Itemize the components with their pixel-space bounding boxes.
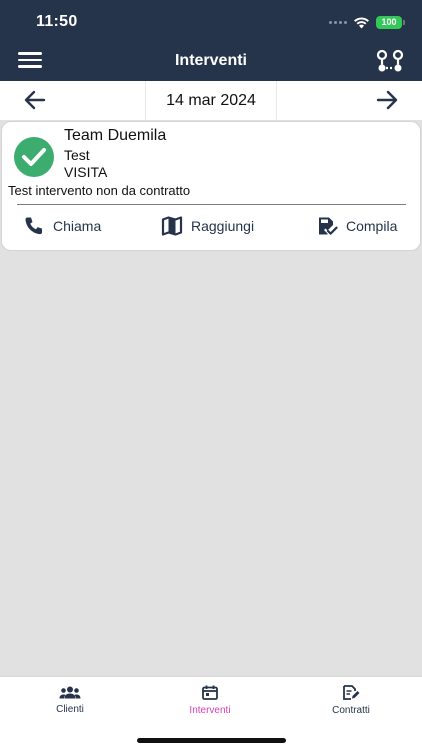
tab-clienti[interactable]: Clienti bbox=[20, 685, 120, 715]
signal-icon bbox=[329, 20, 347, 24]
fill-report-label: Compila bbox=[346, 218, 398, 234]
phone-icon bbox=[25, 217, 42, 235]
route-icon[interactable] bbox=[376, 49, 404, 73]
tab-interventi[interactable]: Interventi bbox=[160, 685, 260, 716]
battery-icon: 100 bbox=[376, 15, 405, 29]
calendar-icon bbox=[202, 685, 218, 700]
app-header: 11:50 100 Interventi bbox=[0, 0, 422, 81]
users-icon bbox=[59, 686, 81, 699]
intervention-type: VISITA bbox=[64, 164, 108, 180]
intervention-subtitle: Test bbox=[64, 147, 90, 163]
intervention-description: Test intervento non da contratto bbox=[8, 183, 191, 198]
card-divider bbox=[17, 204, 406, 205]
wifi-icon bbox=[354, 16, 369, 28]
directions-label: Raggiungi bbox=[191, 218, 255, 234]
status-icons: 100 bbox=[329, 13, 405, 31]
home-indicator bbox=[137, 738, 286, 743]
clipboard-check-icon bbox=[319, 217, 338, 235]
tab-label: Contratti bbox=[332, 705, 370, 716]
battery-level: 100 bbox=[381, 17, 397, 27]
map-icon bbox=[161, 216, 183, 236]
call-label: Chiama bbox=[53, 218, 102, 234]
directions-button[interactable]: Raggiungi bbox=[161, 216, 254, 236]
date-selector[interactable]: 14 mar 2024 bbox=[145, 81, 277, 120]
arrow-right-icon[interactable] bbox=[375, 89, 399, 111]
tab-contratti[interactable]: Contratti bbox=[301, 685, 401, 716]
call-button[interactable]: Chiama bbox=[23, 216, 101, 236]
page-title: Interventi bbox=[174, 52, 247, 69]
status-time: 11:50 bbox=[36, 13, 78, 30]
intervention-card[interactable]: Team Duemila Test VISITA Test intervento… bbox=[1, 121, 421, 251]
tab-label: Clienti bbox=[56, 704, 84, 715]
arrow-left-icon[interactable] bbox=[23, 89, 47, 111]
check-circle-icon bbox=[14, 137, 54, 177]
document-edit-icon bbox=[343, 685, 360, 700]
date-navigation: 14 mar 2024 bbox=[0, 81, 422, 120]
tab-label: Interventi bbox=[189, 705, 231, 716]
fill-report-button[interactable]: Compila bbox=[316, 216, 397, 236]
intervention-title: Team Duemila bbox=[64, 127, 167, 144]
